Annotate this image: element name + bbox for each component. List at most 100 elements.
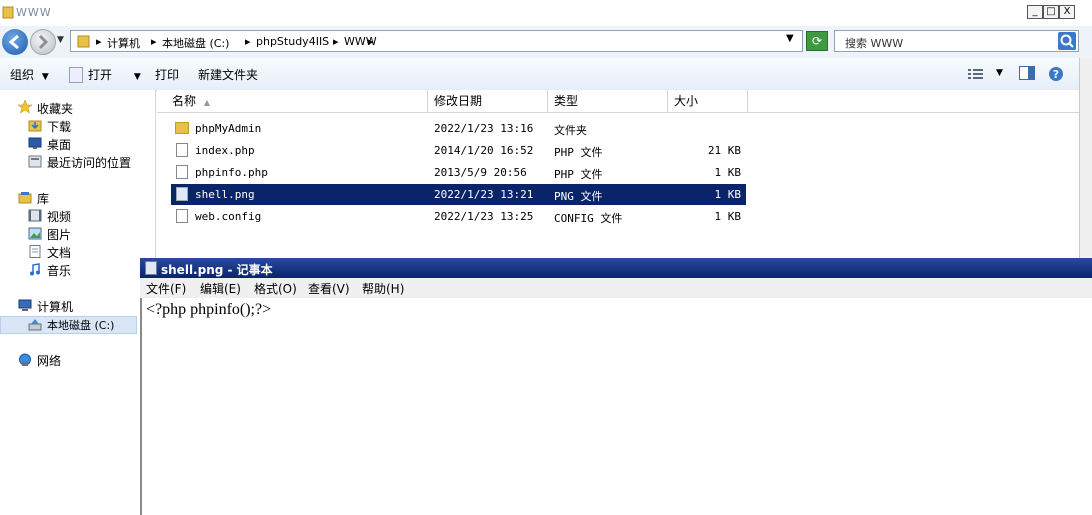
notepad-title-bar[interactable]: shell.png - 记事本 <box>140 258 1092 278</box>
file-name: phpMyAdmin <box>195 122 262 135</box>
column-name-label: 名称 <box>172 94 197 108</box>
desktop-icon <box>28 137 42 149</box>
search-input[interactable]: 搜索 WWW <box>834 30 1079 52</box>
libraries-icon <box>18 192 32 204</box>
notepad-content: <?php phpinfo();?> <box>146 301 272 318</box>
nav-network[interactable]: 网络 <box>37 352 61 369</box>
breadcrumb-local-disk[interactable]: 本地磁盘 (C:) <box>162 35 229 51</box>
file-type: PHP 文件 <box>554 146 603 159</box>
details-pane-edge <box>1079 58 1092 258</box>
file-row-phpinfo-php[interactable]: phpinfo.php 2013/5/9 20:56 PHP 文件 1 KB <box>171 162 746 183</box>
pictures-icon <box>28 227 42 240</box>
notepad-icon <box>145 261 157 275</box>
navigation-pane: 收藏夹 下载 桌面 最近访问的位置 库 视频 图片 文档 音乐 计算机 本地磁盘… <box>0 90 156 515</box>
column-header-type[interactable]: 类型 <box>548 90 668 112</box>
file-type: PHP 文件 <box>554 168 603 181</box>
folder-icon <box>175 122 189 134</box>
sort-ascending-icon: ▲ <box>203 98 210 107</box>
nav-computer[interactable]: 计算机 <box>37 298 73 315</box>
videos-icon <box>28 209 42 222</box>
file-icon <box>176 143 188 157</box>
menu-edit[interactable]: 编辑(E) <box>200 280 241 297</box>
file-modified: 2022/1/23 13:16 <box>434 122 534 135</box>
nav-recent-places[interactable]: 最近访问的位置 <box>47 154 131 171</box>
column-header-name[interactable]: 名称 ▲ <box>166 90 428 112</box>
folder-icon <box>77 34 90 48</box>
downloads-icon <box>28 120 42 132</box>
chevron-right-icon: ▸ <box>151 35 157 48</box>
file-modified: 2013/5/9 20:56 <box>434 166 527 179</box>
notepad-menu-bar: 文件(F) 编辑(E) 格式(O) 查看(V) 帮助(H) <box>140 278 1092 299</box>
recent-pages-dropdown[interactable]: ▼ <box>57 35 64 45</box>
menu-file[interactable]: 文件(F) <box>146 280 186 297</box>
chevron-down-icon: ▼ <box>133 72 141 82</box>
forward-button[interactable] <box>30 29 56 55</box>
explorer-title-bar: WWW _ □ X <box>0 0 1092 27</box>
file-icon <box>176 165 188 179</box>
file-modified: 2022/1/23 13:21 <box>434 188 534 201</box>
file-modified: 2014/1/20 16:52 <box>434 144 534 157</box>
nav-local-disk[interactable]: 本地磁盘 (C:) <box>47 317 114 333</box>
new-folder-button[interactable]: 新建文件夹 <box>198 66 258 83</box>
organize-label: 组织 <box>10 68 35 82</box>
breadcrumb-phpstudy[interactable]: phpStudy4IIS <box>256 35 329 48</box>
recent-places-icon <box>28 155 42 168</box>
file-row-web-config[interactable]: web.config 2022/1/23 13:25 CONFIG 文件 1 K… <box>171 206 746 227</box>
address-bar[interactable]: ▸ 计算机 ▸ 本地磁盘 (C:) ▸ phpStudy4IIS ▸ WWW ▸ <box>70 30 803 52</box>
menu-help[interactable]: 帮助(H) <box>362 280 404 297</box>
file-size: 1 KB <box>714 166 742 179</box>
nav-documents[interactable]: 文档 <box>47 244 71 261</box>
column-header-modified[interactable]: 修改日期 <box>428 90 548 112</box>
file-name: phpinfo.php <box>195 166 268 179</box>
menu-format[interactable]: 格式(O) <box>254 280 297 297</box>
minimize-button[interactable]: _ <box>1027 5 1043 19</box>
file-modified: 2022/1/23 13:25 <box>434 210 534 223</box>
preview-pane-icon[interactable] <box>1019 66 1035 83</box>
notepad-text-area[interactable]: <?php phpinfo();?> <box>140 298 1092 515</box>
nav-desktop[interactable]: 桌面 <box>47 136 71 153</box>
file-name: index.php <box>195 144 255 157</box>
file-icon <box>176 209 188 223</box>
nav-music[interactable]: 音乐 <box>47 262 71 279</box>
column-header-row: 名称 ▲ 修改日期 类型 大小 <box>157 90 1079 113</box>
nav-favorites[interactable]: 收藏夹 <box>37 100 73 117</box>
star-icon <box>18 100 32 113</box>
notepad-title: shell.png - 记事本 <box>161 263 273 277</box>
chevron-right-icon: ▸ <box>368 35 374 48</box>
menu-view[interactable]: 查看(V) <box>308 280 350 297</box>
back-button[interactable] <box>2 29 28 55</box>
file-row-phpmyadmin[interactable]: phpMyAdmin 2022/1/23 13:16 文件夹 <box>171 118 746 139</box>
file-size: 1 KB <box>714 210 742 223</box>
print-button[interactable]: 打印 <box>155 66 179 83</box>
maximize-button[interactable]: □ <box>1043 5 1059 19</box>
file-size: 1 KB <box>714 188 742 201</box>
open-icon <box>69 67 83 83</box>
file-type: CONFIG 文件 <box>554 212 623 225</box>
help-icon[interactable]: ? <box>1048 66 1064 85</box>
open-label: 打开 <box>88 68 113 82</box>
nav-libraries[interactable]: 库 <box>37 190 49 207</box>
organize-button[interactable]: 组织 ▼ <box>10 66 49 83</box>
address-dropdown[interactable]: ▼ <box>786 33 794 44</box>
column-header-size[interactable]: 大小 <box>668 90 748 112</box>
file-size: 21 KB <box>707 144 741 157</box>
search-icon[interactable] <box>1058 32 1076 50</box>
nav-videos[interactable]: 视频 <box>47 208 71 225</box>
refresh-button[interactable]: ⟳ <box>806 31 828 51</box>
image-file-icon <box>176 187 188 201</box>
nav-pictures[interactable]: 图片 <box>47 226 71 243</box>
open-button[interactable]: 打开 ▼ <box>88 66 141 83</box>
file-row-index-php[interactable]: index.php 2014/1/20 16:52 PHP 文件 21 KB <box>171 140 746 161</box>
breadcrumb-computer[interactable]: 计算机 <box>107 35 140 51</box>
file-row-shell-png[interactable]: shell.png 2022/1/23 13:21 PNG 文件 1 KB <box>171 184 746 205</box>
close-button[interactable]: X <box>1059 5 1075 19</box>
chevron-right-icon: ▸ <box>96 35 102 48</box>
chevron-down-icon[interactable]: ▼ <box>996 68 1003 78</box>
chevron-right-icon: ▸ <box>333 35 339 48</box>
folder-icon <box>2 5 14 19</box>
file-name: web.config <box>195 210 262 223</box>
view-options-icon[interactable] <box>968 68 984 83</box>
nav-downloads[interactable]: 下载 <box>47 118 71 135</box>
music-icon <box>30 263 40 276</box>
file-type: PNG 文件 <box>554 190 603 203</box>
